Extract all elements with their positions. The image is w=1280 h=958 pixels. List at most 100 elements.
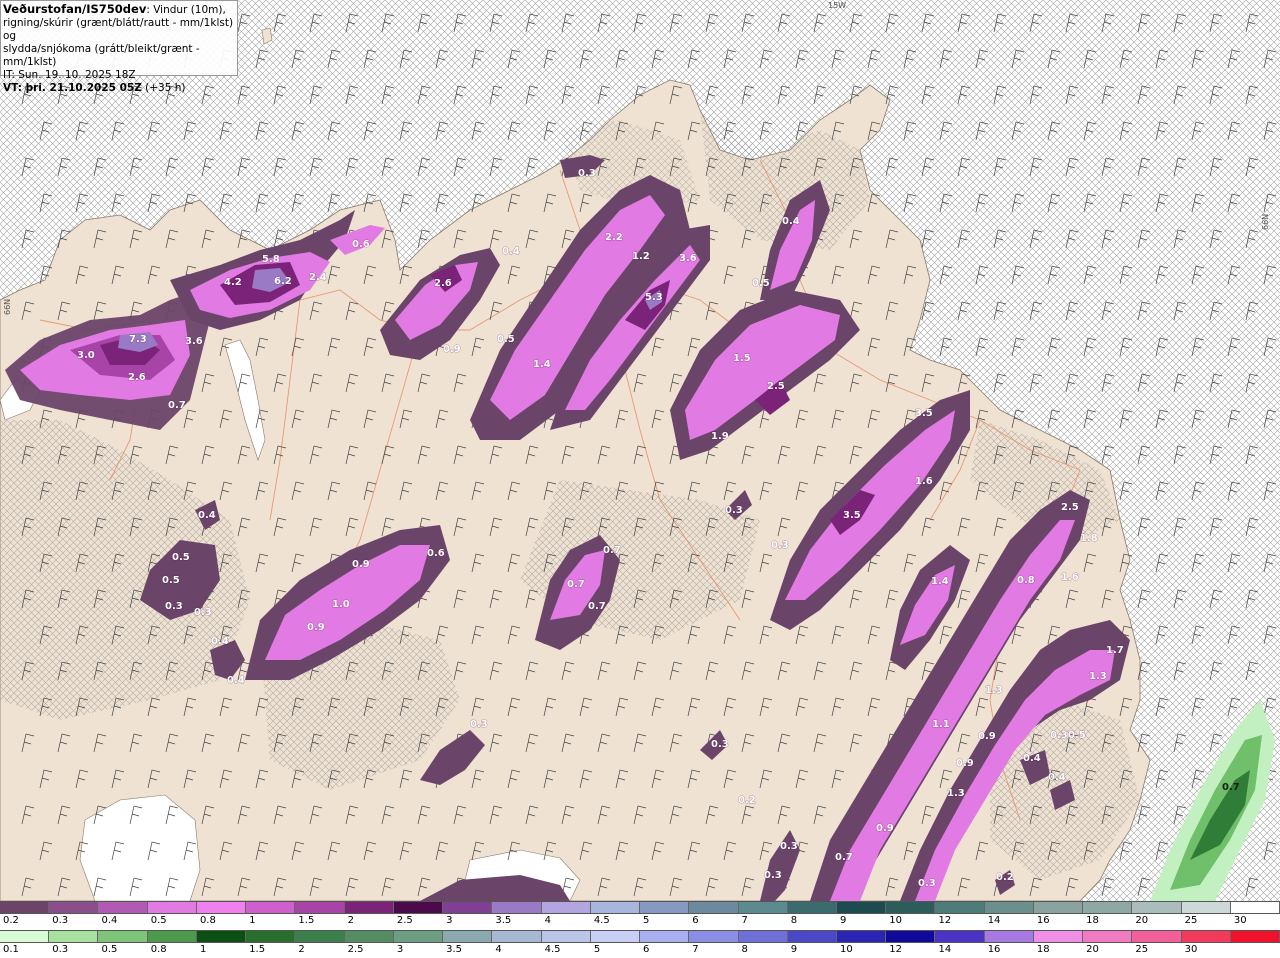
legend-swatch	[1230, 902, 1280, 913]
precip-value-label: 0.3	[1050, 730, 1068, 741]
edge-label-left: 66N	[3, 299, 12, 315]
precip-value-label: 1.9	[711, 431, 729, 442]
precip-value-label: 2.5	[767, 381, 785, 392]
precip-value-label: 1.3	[1089, 671, 1107, 682]
legend-swatch	[787, 902, 837, 913]
precip-value-label: 6.2	[274, 276, 292, 287]
legend-swatch	[886, 902, 936, 913]
legend-rain: 0.1 0.3 0.5 0.8 1 1.5 2 2.5 3 3.5 4 4.5 5 6 7 8 9 10 12 14 1…	[0, 930, 1280, 958]
legend-label: 3.5	[495, 915, 512, 926]
legend-swatch	[196, 931, 247, 942]
legend-label: 14	[938, 944, 952, 955]
precip-value-label: 0.7	[168, 400, 186, 411]
legend-swatch	[393, 931, 444, 942]
legend-snow: 0.2 0.3 0.4 0.5 0.8 1 1.5 2 2.5 3 3.5 4 4.5 5 6 7 8 9 10 12…	[0, 901, 1280, 929]
legend-swatch	[1181, 902, 1231, 913]
legend-swatch	[590, 931, 641, 942]
legend-swatch	[1132, 931, 1182, 942]
legend-swatch	[1230, 931, 1280, 942]
legend-label: 7	[692, 944, 699, 955]
legend-swatch	[147, 931, 197, 942]
precip-value-label: 1.6	[915, 476, 933, 487]
legend-swatch	[1033, 931, 1084, 942]
valid-line: VT: þri. 21.10.2025 05Z (+35 h)	[3, 82, 235, 95]
legend-swatch	[984, 902, 1034, 913]
precip-value-label: 1.3	[985, 685, 1003, 696]
precip-value-label: 1.1	[932, 719, 950, 730]
legend-swatch	[49, 931, 99, 942]
legend-label: 4.5	[593, 915, 610, 926]
legend-label: 12	[938, 915, 952, 926]
legend-label: 4	[544, 915, 551, 926]
precip-value-label: 0.9	[956, 758, 974, 769]
init-time: IT: Sun. 19. 10. 2025 18Z	[3, 69, 136, 81]
legend-swatch	[541, 931, 591, 942]
precip-value-label: 0.7	[588, 601, 606, 612]
legend-swatch	[295, 931, 345, 942]
map-canvas: 0.3 0.4 2.2 1.2 3.6 5.3 0.4 0.5 5.8 4.2 6.2 2.4 0.6 7…	[0, 0, 1280, 901]
legend-label: 7	[741, 915, 748, 926]
precip-value-label: 1.3	[947, 788, 965, 799]
precip-value-label: 0.3	[578, 168, 596, 179]
legend-swatch	[196, 902, 247, 913]
legend-swatch	[738, 931, 788, 942]
legend-label: 9	[790, 944, 798, 955]
precip-value-label: 3.6	[185, 336, 203, 347]
legend-swatch	[836, 931, 887, 942]
legend-label: 4	[495, 944, 502, 955]
legend-swatch	[640, 902, 690, 913]
field-desc-1: : Vindur (10m),	[146, 4, 226, 16]
legend-swatch	[1083, 931, 1133, 942]
precip-value-label: 7.3	[129, 334, 147, 345]
legend-swatch	[590, 902, 641, 913]
precip-value-label: 0.9	[978, 731, 996, 742]
legend-swatch	[246, 902, 296, 913]
precip-value-label: 4.2	[224, 277, 242, 288]
precip-value-label: 0.5	[752, 278, 770, 289]
legend-swatch	[443, 902, 493, 913]
precip-value-label: 0.4	[211, 636, 229, 647]
legend-swatch	[0, 931, 50, 942]
legend-swatch	[984, 931, 1034, 942]
precip-value-label: 0.8	[1017, 575, 1035, 586]
legend-label: 0.3	[52, 944, 69, 955]
precip-value-label: 2.6	[434, 278, 452, 289]
legend-label: 30	[1233, 915, 1247, 926]
legend-label: 2.5	[396, 915, 413, 926]
precip-value-label: 0.7	[835, 852, 853, 863]
legend-swatch	[935, 902, 985, 913]
legend-swatch	[492, 931, 542, 942]
legend-label: 4.5	[544, 944, 561, 955]
info-line-1: Veðurstofan/IS750dev: Vindur (10m),	[3, 3, 235, 17]
legend-swatch	[1033, 902, 1084, 913]
legend-label: 14	[987, 915, 1001, 926]
legend-label: 12	[889, 944, 902, 955]
legend-label: 3.5	[446, 944, 463, 955]
precip-value-label: 0.4	[198, 510, 216, 521]
legend-label: 1.5	[249, 944, 266, 955]
precip-value-label: 0.6	[427, 548, 445, 559]
precip-value-label: 0.2	[996, 872, 1014, 883]
legend-label: 2.5	[347, 944, 364, 955]
edge-label-right: 66N	[1261, 214, 1270, 230]
precip-value-label: 0.9	[307, 622, 325, 633]
legend-swatch	[1132, 902, 1182, 913]
field-desc-2: rigning/skúrir (grænt/blátt/rautt - mm/1…	[3, 17, 234, 42]
legend-label: 20	[1086, 944, 1099, 955]
legend-swatch	[98, 931, 148, 942]
legend-label: 0.5	[101, 944, 118, 955]
legend-label: 25	[1184, 915, 1198, 926]
legend-label: 3	[446, 915, 453, 926]
precip-value-label: 0.4	[1048, 772, 1066, 783]
legend-label: 8	[741, 944, 748, 955]
precip-value-label: 0.3	[165, 601, 183, 612]
legend-swatch	[49, 902, 99, 913]
legend-swatch	[1083, 902, 1133, 913]
precip-value-label: 0.3	[711, 739, 729, 750]
precip-value-label: 1.7	[1106, 645, 1124, 656]
legend-label: 0.1	[3, 944, 19, 955]
legend-swatch	[246, 931, 296, 942]
legend-swatch	[541, 902, 591, 913]
legend-label	[1231, 943, 1280, 958]
legend-label: 3	[396, 944, 404, 955]
